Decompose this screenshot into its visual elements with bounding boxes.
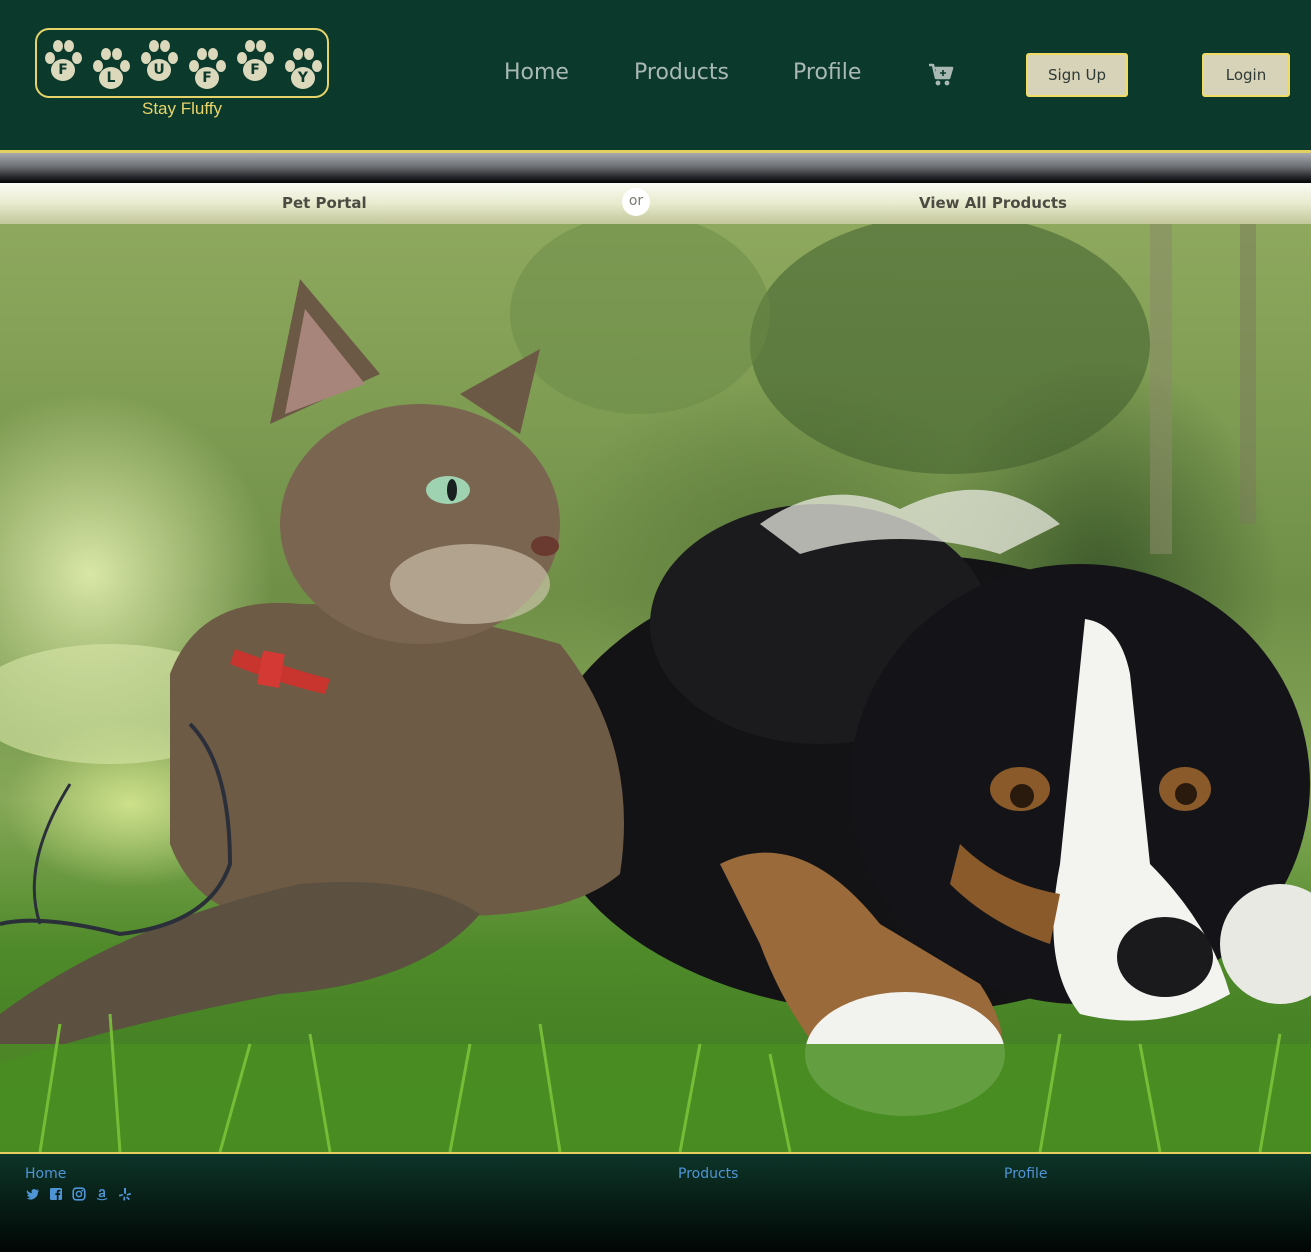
paw-letter-icon: Y	[281, 44, 325, 96]
site-header: F L U F F Y Stay Fluffy Home Products Pr…	[0, 0, 1311, 150]
hero-image	[0, 224, 1311, 1152]
decorative-band	[0, 153, 1311, 183]
facebook-icon[interactable]	[49, 1187, 63, 1201]
yelp-icon[interactable]	[118, 1187, 132, 1201]
signup-button[interactable]: Sign Up	[1026, 53, 1128, 97]
logo-letter: Y	[297, 70, 309, 86]
cart-icon[interactable]	[928, 63, 954, 87]
footer-home-link[interactable]: Home	[25, 1166, 66, 1182]
site-footer: Home Products Profile	[0, 1154, 1311, 1252]
login-button[interactable]: Login	[1202, 53, 1290, 97]
cat-and-dog-photo	[0, 224, 1311, 1152]
or-separator: or	[622, 188, 650, 216]
paw-letter-icon: F	[233, 36, 277, 88]
logo-letter: F	[250, 62, 260, 78]
twitter-icon[interactable]	[26, 1187, 40, 1201]
amazon-icon[interactable]	[95, 1187, 109, 1201]
footer-products-link[interactable]: Products	[678, 1166, 738, 1182]
paw-letter-icon: U	[137, 36, 181, 88]
pet-portal-link[interactable]: Pet Portal	[282, 183, 367, 224]
paw-letter-icon: F	[185, 44, 229, 96]
footer-profile-link[interactable]: Profile	[1004, 1166, 1048, 1182]
nav-home[interactable]: Home	[504, 58, 569, 88]
logo-letter: U	[153, 62, 165, 78]
nav-profile[interactable]: Profile	[793, 58, 861, 88]
paw-letter-icon: L	[89, 44, 133, 96]
logo[interactable]: F L U F F Y	[35, 28, 329, 98]
instagram-icon[interactable]	[72, 1187, 86, 1201]
tagline: Stay Fluffy	[142, 99, 222, 118]
view-all-products-link[interactable]: View All Products	[919, 183, 1067, 224]
paw-letter-icon: F	[41, 36, 85, 88]
logo-letter: L	[106, 70, 116, 86]
logo-letter: F	[202, 70, 212, 86]
cta-bar: Pet Portal View All Products	[0, 183, 1311, 224]
logo-letter: F	[58, 62, 68, 78]
nav-products[interactable]: Products	[634, 58, 729, 88]
